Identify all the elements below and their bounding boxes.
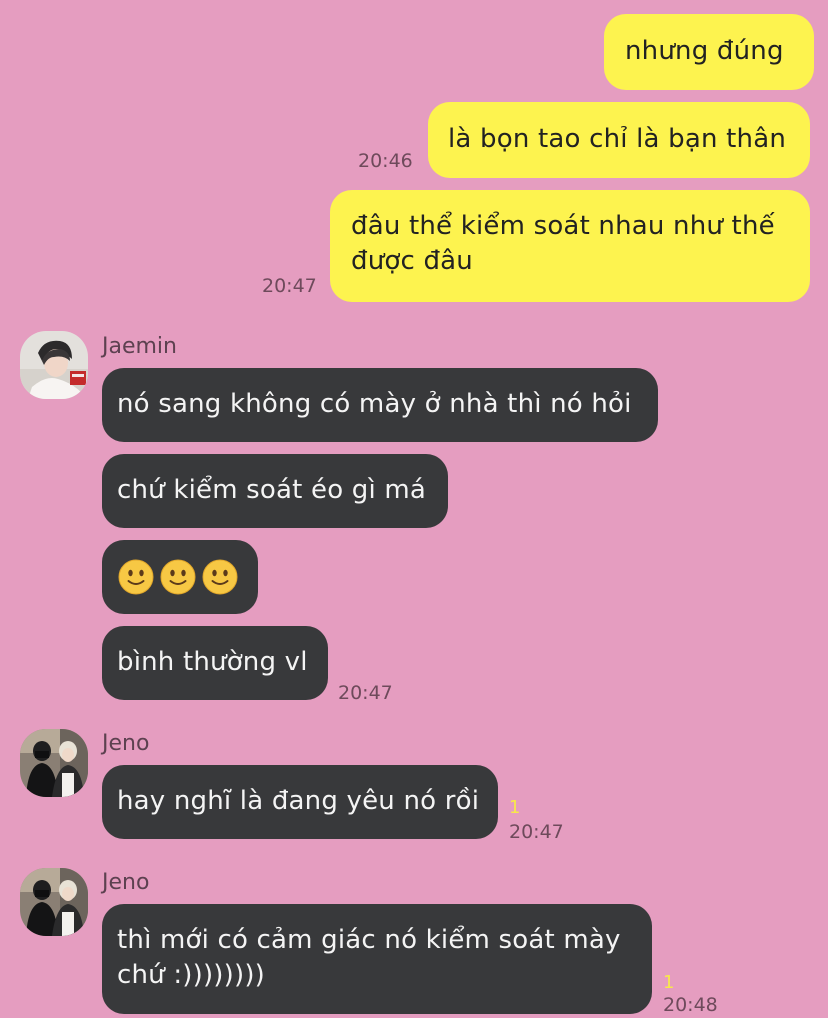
- unread-count: 1: [663, 972, 675, 993]
- profile-photo-icon: [20, 729, 88, 797]
- avatar[interactable]: [20, 729, 88, 797]
- outgoing-message-bubble[interactable]: đâu thể kiểm soát nhau như thế được đâu: [330, 190, 810, 302]
- avatar[interactable]: [20, 331, 88, 399]
- incoming-message-bubble[interactable]: hay nghĩ là đang yêu nó rồi: [102, 765, 498, 839]
- profile-photo-icon: [20, 868, 88, 936]
- message-timestamp: 20:46: [358, 150, 413, 172]
- incoming-message-bubble[interactable]: chứ kiểm soát éo gì má: [102, 454, 448, 528]
- message-timestamp: 20:47: [509, 821, 564, 843]
- avatar[interactable]: [20, 868, 88, 936]
- sender-name: Jaemin: [102, 334, 177, 359]
- outgoing-message-bubble[interactable]: nhưng đúng: [604, 14, 814, 90]
- incoming-message-bubble[interactable]: bình thường vl: [102, 626, 328, 700]
- incoming-message-bubble[interactable]: nó sang không có mày ở nhà thì nó hỏi: [102, 368, 658, 442]
- emoji-message-bubble[interactable]: [102, 540, 258, 614]
- chat-window: nhưng đúng 20:46 là bọn tao chỉ là bạn t…: [0, 0, 828, 1018]
- sender-name: Jeno: [102, 870, 150, 895]
- slightly-smiling-face-icon: [118, 559, 154, 595]
- message-timestamp: 20:47: [262, 275, 317, 297]
- message-timestamp: 20:48: [663, 994, 718, 1016]
- sender-name: Jeno: [102, 731, 150, 756]
- slightly-smiling-face-icon: [202, 559, 238, 595]
- outgoing-message-bubble[interactable]: là bọn tao chỉ là bạn thân: [428, 102, 810, 178]
- slightly-smiling-face-icon: [160, 559, 196, 595]
- message-timestamp: 20:47: [338, 682, 393, 704]
- profile-photo-icon: [20, 331, 88, 399]
- incoming-message-bubble[interactable]: thì mới có cảm giác nó kiểm soát mày chứ…: [102, 904, 652, 1014]
- unread-count: 1: [509, 797, 521, 818]
